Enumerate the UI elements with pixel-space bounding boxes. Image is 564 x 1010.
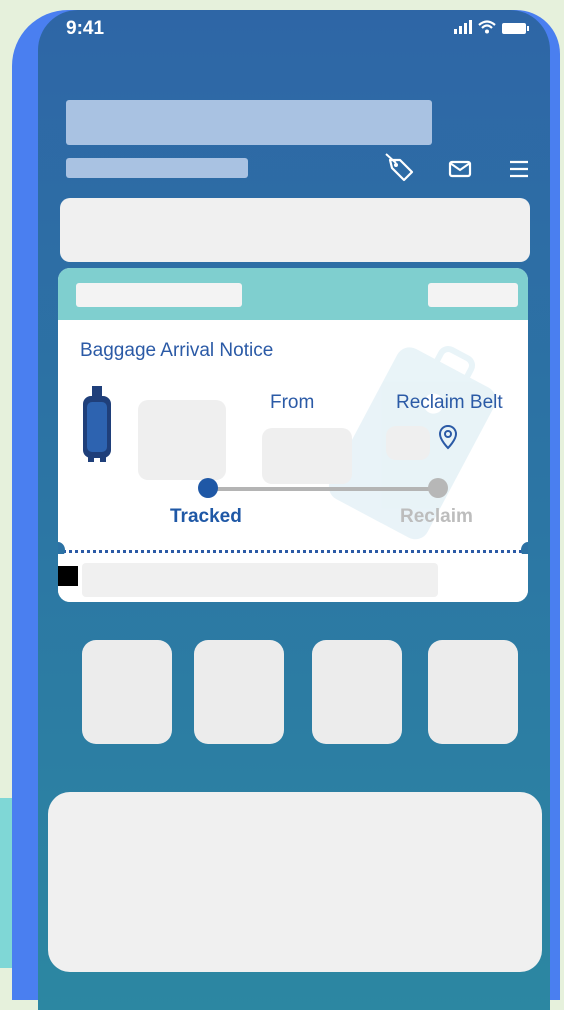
quick-action-tile-1[interactable] bbox=[82, 640, 172, 744]
progress-label-tracked: Tracked bbox=[170, 506, 242, 527]
phone-screen: 9:41 Baggage Arrival Notice From Reclaim… bbox=[38, 10, 550, 1010]
notice-title: Baggage Arrival Notice bbox=[80, 340, 274, 361]
ticket-stub bbox=[58, 554, 528, 602]
quick-action-tile-2[interactable] bbox=[194, 640, 284, 744]
mail-icon[interactable] bbox=[448, 160, 472, 178]
wifi-icon bbox=[478, 20, 496, 34]
reclaim-belt-label: Reclaim Belt bbox=[396, 392, 503, 413]
header-title-placeholder bbox=[66, 100, 432, 145]
signal-icon bbox=[454, 20, 472, 34]
search-placeholder[interactable] bbox=[60, 198, 530, 262]
header-subtitle-placeholder bbox=[66, 158, 248, 178]
belt-number-placeholder bbox=[386, 426, 430, 460]
progress-track bbox=[206, 487, 438, 491]
status-time: 9:41 bbox=[66, 18, 105, 39]
quick-action-tile-4[interactable] bbox=[428, 640, 518, 744]
location-pin-icon bbox=[438, 424, 458, 450]
progress-dot-tracked bbox=[198, 478, 218, 498]
menu-icon[interactable] bbox=[508, 158, 530, 180]
card-header-right-placeholder bbox=[428, 283, 518, 307]
header-actions bbox=[378, 150, 538, 190]
from-label: From bbox=[270, 392, 315, 413]
marker-square bbox=[58, 566, 78, 586]
origin-placeholder bbox=[262, 428, 352, 484]
baggage-notice-card[interactable]: Baggage Arrival Notice From Reclaim Belt… bbox=[58, 268, 528, 602]
quick-action-tile-3[interactable] bbox=[312, 640, 402, 744]
card-header bbox=[58, 268, 528, 320]
progress-label-reclaim: Reclaim bbox=[400, 506, 473, 527]
ticket-perforation bbox=[58, 550, 528, 553]
card-header-left-placeholder bbox=[76, 283, 242, 307]
progress-dot-reclaim bbox=[428, 478, 448, 498]
status-bar: 9:41 bbox=[38, 10, 550, 50]
luggage-icon bbox=[83, 386, 111, 462]
bottom-content-placeholder bbox=[48, 792, 542, 972]
stub-text-placeholder bbox=[82, 563, 438, 597]
tag-icon[interactable] bbox=[384, 152, 416, 184]
flight-info-placeholder bbox=[138, 400, 226, 480]
card-body: Baggage Arrival Notice From Reclaim Belt… bbox=[58, 320, 528, 550]
battery-icon bbox=[502, 23, 529, 34]
status-icons bbox=[454, 20, 529, 34]
